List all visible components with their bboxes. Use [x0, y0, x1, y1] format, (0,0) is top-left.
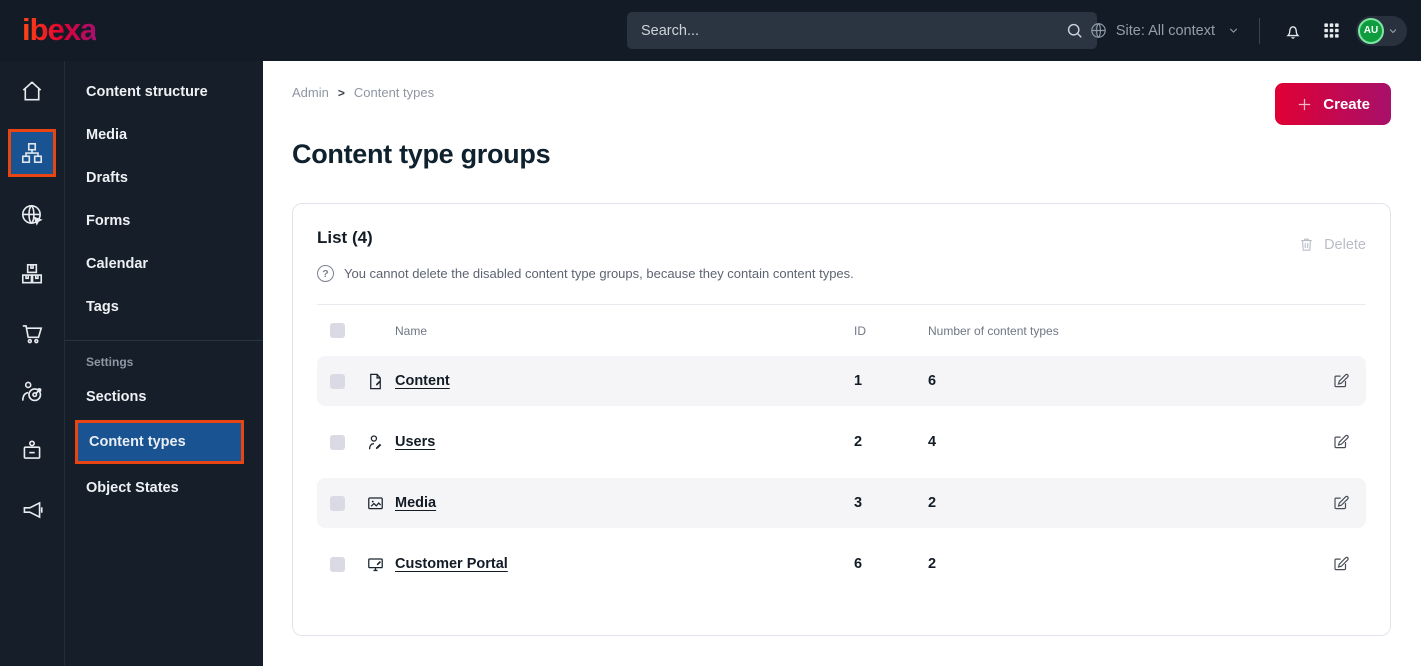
site-globe-icon[interactable]	[19, 202, 45, 228]
file-icon	[366, 372, 395, 391]
sidebar-item-tags[interactable]: Tags	[65, 285, 263, 328]
search-icon[interactable]	[1065, 21, 1084, 40]
table-row: Users 2 4	[317, 417, 1366, 467]
image-icon	[366, 494, 395, 513]
column-id: ID	[854, 323, 866, 338]
sidebar-item-content-types[interactable]: Content types	[75, 420, 244, 464]
chevron-down-icon	[1227, 24, 1240, 37]
settings-group-label: Settings	[86, 355, 134, 369]
trash-icon	[1298, 236, 1315, 253]
site-context-label: Site: All context	[1115, 22, 1215, 39]
delete-button[interactable]: Delete	[1298, 228, 1366, 253]
hint-text: You cannot delete the disabled content t…	[344, 266, 854, 281]
help-icon: ?	[317, 265, 334, 282]
content-structure-highlight-box	[8, 129, 56, 177]
global-search[interactable]	[627, 12, 1097, 49]
breadcrumb: Admin > Content types	[292, 85, 434, 100]
delete-button-label: Delete	[1324, 236, 1366, 253]
group-count: 6	[928, 373, 937, 389]
sidebar-item-object-states[interactable]: Object States	[65, 466, 263, 509]
bell-icon[interactable]	[1279, 17, 1307, 45]
group-id: 3	[854, 495, 863, 511]
sidebar-menu: Content structure Media Drafts Forms Cal…	[64, 61, 263, 666]
row-checkbox[interactable]	[330, 373, 345, 389]
column-count: Number of content types	[928, 323, 1059, 338]
column-name: Name	[395, 323, 428, 338]
table-row: Content 1 6	[317, 356, 1366, 406]
ibexa-logo: ibexa	[22, 12, 97, 47]
row-checkbox[interactable]	[330, 556, 345, 572]
breadcrumb-admin[interactable]: Admin	[292, 85, 329, 100]
products-icon[interactable]	[19, 261, 45, 287]
personalization-icon[interactable]	[19, 379, 45, 405]
table-row: Media 3 2	[317, 478, 1366, 528]
group-link[interactable]: Media	[395, 495, 854, 511]
group-count: 2	[928, 495, 937, 511]
icon-rail	[0, 61, 64, 666]
select-all-checkbox[interactable]	[330, 323, 345, 338]
page-title: Content type groups	[292, 139, 551, 169]
sidebar-item-forms[interactable]: Forms	[65, 199, 263, 242]
group-id: 1	[854, 373, 863, 389]
row-checkbox[interactable]	[330, 495, 345, 511]
sidebar-item-content-structure[interactable]: Content structure	[65, 70, 263, 113]
table-header: Name ID Number of content types	[317, 305, 1366, 356]
avatar[interactable]: AU	[1358, 17, 1384, 44]
breadcrumb-content-types: Content types	[353, 85, 435, 100]
create-button[interactable]: Create	[1275, 83, 1391, 125]
group-link[interactable]: Customer Portal	[395, 556, 854, 572]
edit-icon[interactable]	[1332, 433, 1350, 451]
group-link[interactable]: Content	[395, 373, 854, 389]
main-content: Admin > Content types Create Content typ…	[263, 61, 1421, 666]
home-icon[interactable]	[19, 78, 45, 104]
table-row: Customer Portal 6 2	[317, 539, 1366, 589]
user-menu[interactable]: AU	[1356, 15, 1407, 46]
monitor-icon	[366, 555, 395, 574]
content-type-groups-card: List (4) Delete ? You cannot delete the …	[292, 203, 1391, 636]
topbar-divider	[1259, 17, 1260, 44]
group-id: 6	[854, 556, 863, 572]
hint-row: ? You cannot delete the disabled content…	[317, 265, 1366, 282]
group-id: 2	[854, 434, 863, 450]
chevron-down-icon	[1387, 25, 1399, 37]
sidebar-item-media[interactable]: Media	[65, 113, 263, 156]
sidebar-item-drafts[interactable]: Drafts	[65, 156, 263, 199]
search-input[interactable]	[627, 22, 1065, 39]
content-structure-icon[interactable]	[19, 140, 45, 166]
edit-icon[interactable]	[1332, 372, 1350, 390]
user-icon	[366, 433, 395, 452]
sidebar-item-calendar[interactable]: Calendar	[65, 242, 263, 285]
group-link[interactable]: Users	[395, 434, 854, 450]
site-context-selector[interactable]: Site: All context	[1089, 21, 1240, 40]
breadcrumb-separator: >	[337, 85, 345, 100]
create-button-label: Create	[1323, 95, 1370, 113]
edit-icon[interactable]	[1332, 555, 1350, 573]
globe-icon	[1089, 21, 1108, 40]
admin-badge-icon[interactable]	[19, 438, 45, 464]
row-checkbox[interactable]	[330, 434, 345, 450]
app-grid-icon[interactable]	[1318, 17, 1345, 44]
topbar: ibexa Site: All context AU	[0, 0, 1421, 61]
list-title: List (4)	[317, 228, 373, 247]
sidebar-item-sections[interactable]: Sections	[65, 375, 263, 418]
edit-icon[interactable]	[1332, 494, 1350, 512]
group-count: 2	[928, 556, 937, 572]
megaphone-icon[interactable]	[19, 497, 45, 523]
group-count: 4	[928, 434, 937, 450]
plus-icon	[1296, 96, 1313, 113]
cart-icon[interactable]	[19, 320, 45, 346]
